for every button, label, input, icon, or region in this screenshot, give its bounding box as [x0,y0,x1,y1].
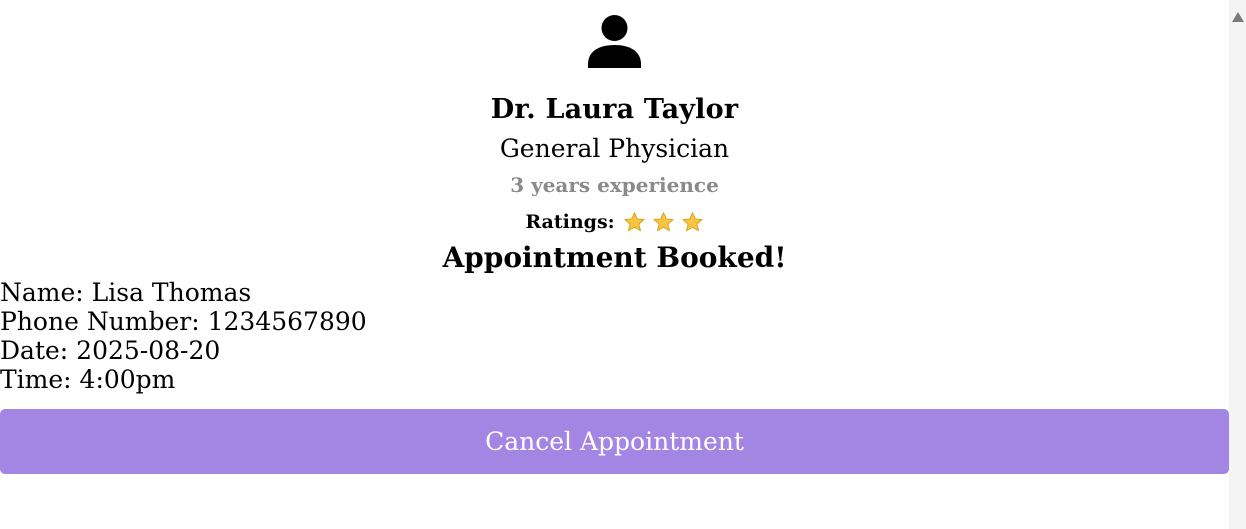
star-icon [681,211,704,234]
cancel-appointment-button[interactable]: Cancel Appointment [0,409,1229,474]
vertical-scrollbar[interactable] [1229,0,1246,529]
appointment-date: Date: 2025-08-20 [0,336,221,365]
appointment-booked-heading: Appointment Booked! [442,241,787,274]
appointment-details: Name: Lisa Thomas Phone Number: 12345678… [0,278,367,394]
patient-name: Name: Lisa Thomas [0,278,252,307]
appointment-time: Time: 4:00pm [0,365,176,394]
scroll-up-arrow-icon[interactable] [1232,12,1244,22]
star-icon [652,211,675,234]
user-icon [588,14,641,68]
page: Dr. Laura Taylor General Physician 3 yea… [0,0,1246,529]
ratings-stars [623,211,704,234]
doctor-experience: 3 years experience [510,173,719,197]
doctor-name: Dr. Laura Taylor [490,94,739,125]
doctor-card: Dr. Laura Taylor General Physician 3 yea… [0,0,1229,529]
doctor-specialty: General Physician [499,134,730,163]
patient-phone: Phone Number: 1234567890 [0,307,367,336]
ratings-row: Ratings: [0,208,1229,236]
star-icon [623,211,646,234]
ratings-label: Ratings: [525,211,615,233]
